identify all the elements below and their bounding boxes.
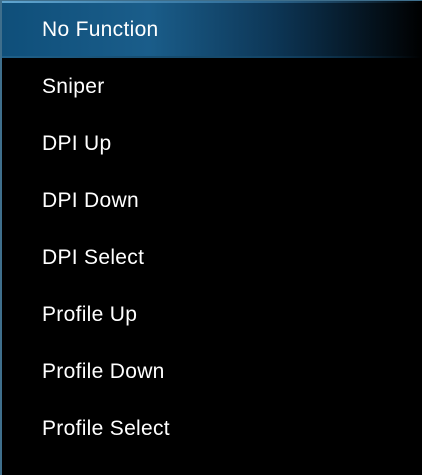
- menu-item-dpi-select[interactable]: DPI Select: [2, 229, 422, 286]
- button-function-dropdown-menu: No Function Sniper DPI Up DPI Down DPI S…: [0, 0, 422, 475]
- menu-item-profile-up[interactable]: Profile Up: [2, 286, 422, 343]
- menu-item-label: DPI Select: [42, 245, 145, 269]
- menu-item-label: Sniper: [42, 74, 105, 98]
- menu-item-label: DPI Up: [42, 131, 112, 155]
- menu-item-label: No Function: [42, 17, 159, 41]
- menu-item-profile-select[interactable]: Profile Select: [2, 400, 422, 457]
- menu-item-label: Profile Down: [42, 359, 165, 383]
- menu-item-profile-down[interactable]: Profile Down: [2, 343, 422, 400]
- menu-item-dpi-down[interactable]: DPI Down: [2, 172, 422, 229]
- menu-item-label: Profile Select: [42, 416, 170, 440]
- menu-item-no-function[interactable]: No Function: [2, 1, 422, 58]
- menu-item-sniper[interactable]: Sniper: [2, 58, 422, 115]
- menu-item-label: DPI Down: [42, 188, 139, 212]
- menu-item-label: Profile Up: [42, 302, 138, 326]
- menu-item-dpi-up[interactable]: DPI Up: [2, 115, 422, 172]
